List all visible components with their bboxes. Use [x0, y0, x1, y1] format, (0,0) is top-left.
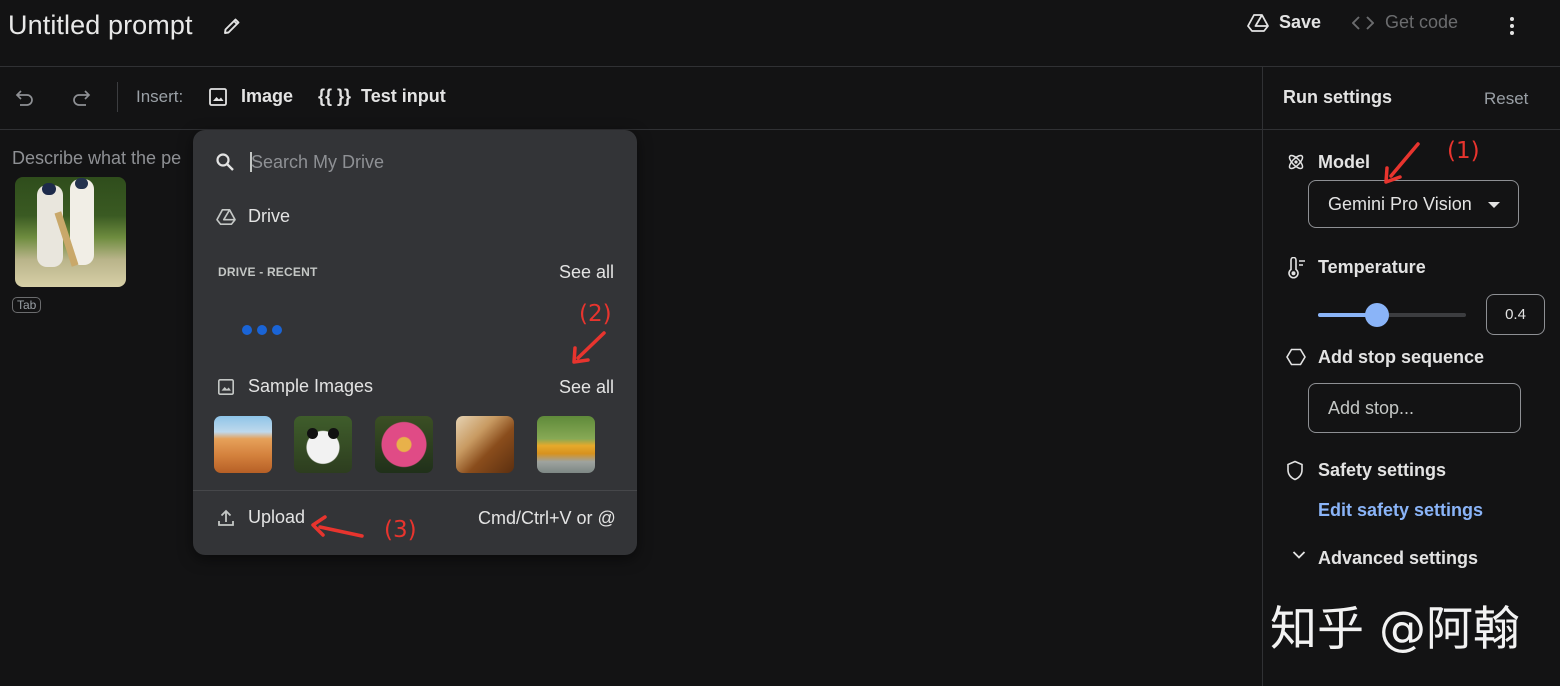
annotation-arrows: [311, 142, 1420, 538]
annotation-arrow-2: [572, 331, 606, 364]
annotation-arrow-3: [311, 515, 364, 538]
annotation-arrow-1: [1384, 142, 1420, 184]
